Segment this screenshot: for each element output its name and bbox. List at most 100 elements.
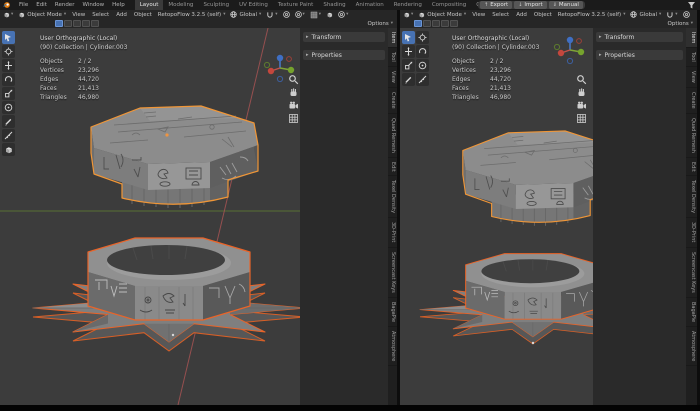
pan-hand-icon[interactable] (288, 87, 299, 98)
orientation-select[interactable]: Global (630, 11, 661, 18)
tab-texel-density[interactable]: Texel Density (388, 176, 397, 218)
shading-material-button[interactable] (423, 20, 431, 27)
gizmos-toggle-icon[interactable] (295, 11, 305, 18)
xray-toggle-icon[interactable] (326, 11, 333, 18)
view-menu[interactable]: View (471, 12, 486, 18)
navigation-gizmo[interactable] (552, 34, 588, 70)
workspace-tab-animation[interactable]: Animation (351, 0, 389, 10)
tab-atmosphere[interactable]: Atmosphere (388, 327, 397, 366)
import-button[interactable]: ↓Import (514, 1, 546, 9)
shading-material-button[interactable] (64, 20, 72, 27)
tab-bagapie[interactable]: BagaPie (686, 298, 697, 327)
tool-move[interactable] (2, 59, 15, 72)
menu-window[interactable]: Window (78, 2, 108, 8)
camera-view-icon[interactable] (576, 100, 587, 111)
editor-type-icon[interactable] (3, 11, 13, 18)
transform-panel-header[interactable]: Transform (596, 32, 683, 42)
tool-cursor[interactable] (2, 45, 15, 58)
mode-select[interactable]: Object Mode (418, 11, 466, 18)
model-hieroglyph-star-ring-left[interactable] (33, 238, 305, 351)
add-menu[interactable]: Add (515, 12, 528, 18)
properties-panel-header[interactable]: Properties (303, 50, 385, 60)
transform-panel-header[interactable]: Transform (303, 32, 385, 42)
tab-edit[interactable]: Edit (686, 158, 697, 177)
workspace-tab-shading[interactable]: Shading (318, 0, 350, 10)
tab-edit[interactable]: Edit (388, 158, 397, 177)
tab-3d-print[interactable]: 3D-Print (686, 218, 697, 247)
zoom-icon[interactable] (576, 74, 587, 85)
tab-view[interactable]: View (388, 67, 397, 88)
tool-rotate[interactable] (416, 45, 429, 58)
tool-select-box[interactable] (2, 31, 15, 44)
tab-quad-remesh[interactable]: Quad Remesh (686, 114, 697, 158)
workspace-tab-compositing[interactable]: Compositing (427, 0, 471, 10)
tool-annotate[interactable] (2, 115, 15, 128)
tool-add-cube[interactable] (2, 143, 15, 156)
properties-panel-header[interactable]: Properties (596, 50, 683, 60)
pan-hand-icon[interactable] (576, 87, 587, 98)
tab-bagapie[interactable]: BagaPie (388, 298, 397, 327)
shading-toggle-button[interactable] (91, 20, 99, 27)
tool-rotate[interactable] (2, 73, 15, 86)
snap-magnet-icon[interactable] (666, 11, 677, 19)
tool-select-box[interactable] (402, 31, 415, 44)
tab-view[interactable]: View (686, 67, 697, 88)
tab-item[interactable]: Item (388, 28, 397, 48)
tool-cursor[interactable] (416, 31, 429, 44)
select-menu[interactable]: Select (491, 12, 510, 18)
menu-render[interactable]: Render (51, 2, 79, 8)
tool-scale[interactable] (2, 87, 15, 100)
tab-create[interactable]: Create (388, 88, 397, 114)
shading-toggle-button[interactable] (450, 20, 458, 27)
object-menu[interactable]: Object (133, 12, 153, 18)
view-menu[interactable]: View (71, 12, 86, 18)
select-menu[interactable]: Select (91, 12, 110, 18)
tab-texel-density[interactable]: Texel Density (686, 176, 697, 218)
retopoflow-menu[interactable]: RetopoFlow 3.2.5 (self) (558, 12, 626, 18)
proportional-edit-icon[interactable] (283, 11, 290, 18)
object-menu[interactable]: Object (533, 12, 553, 18)
workspace-tab-sculpting[interactable]: Sculpting (198, 0, 234, 10)
shading-wireframe-button[interactable] (441, 20, 449, 27)
camera-view-icon[interactable] (288, 100, 299, 111)
tool-measure[interactable] (2, 129, 15, 142)
shading-rendered-button[interactable] (432, 20, 440, 27)
tool-measure[interactable] (416, 73, 429, 86)
manual-button[interactable]: ⇓Manual (549, 1, 583, 9)
tool-annotate[interactable] (402, 73, 415, 86)
viewport-left-canvas[interactable]: User Orthographic (Local) (90) Collectio… (0, 28, 397, 405)
workspace-tab-uv-editing[interactable]: UV Editing (234, 0, 273, 10)
snap-magnet-icon[interactable] (266, 11, 277, 19)
tab-screencast-keys[interactable]: Screencast Keys (686, 248, 697, 298)
editor-type-icon[interactable] (403, 11, 413, 18)
model-hieroglyph-puck-left[interactable] (91, 106, 258, 208)
mode-select[interactable]: Object Mode (18, 11, 66, 18)
export-button[interactable]: ↑Export (480, 1, 512, 9)
add-menu[interactable]: Add (115, 12, 128, 18)
tab-tool[interactable]: Tool (686, 48, 697, 67)
workspace-tab-rendering[interactable]: Rendering (389, 0, 427, 10)
workspace-tab-modeling[interactable]: Modeling (163, 0, 198, 10)
tab-item[interactable]: Item (686, 28, 697, 48)
tab-3d-print[interactable]: 3D-Print (388, 218, 397, 247)
shading-wireframe-button[interactable] (82, 20, 90, 27)
proportional-edit-icon[interactable] (683, 11, 690, 18)
options-menu[interactable]: Options (368, 21, 394, 27)
retopoflow-menu[interactable]: RetopoFlow 3.2.5 (self) (158, 12, 226, 18)
options-menu[interactable]: Options (668, 21, 694, 27)
tool-transform[interactable] (416, 59, 429, 72)
shading-mode-icon[interactable] (338, 11, 348, 18)
viewport-divider[interactable] (397, 10, 400, 405)
tab-tool[interactable]: Tool (388, 48, 397, 67)
blender-logo-icon[interactable] (3, 1, 11, 9)
workspace-tab-layout[interactable]: Layout (135, 0, 164, 10)
workspace-tab-texture-paint[interactable]: Texture Paint (273, 0, 319, 10)
tab-atmosphere[interactable]: Atmosphere (686, 327, 697, 366)
tab-screencast-keys[interactable]: Screencast Keys (388, 248, 397, 298)
scene-filter-icon[interactable] (687, 1, 696, 9)
menu-file[interactable]: File (15, 2, 32, 8)
tool-transform[interactable] (2, 101, 15, 114)
shading-rendered-button[interactable] (73, 20, 81, 27)
shading-solid-button[interactable] (414, 20, 422, 27)
tool-scale[interactable] (402, 59, 415, 72)
